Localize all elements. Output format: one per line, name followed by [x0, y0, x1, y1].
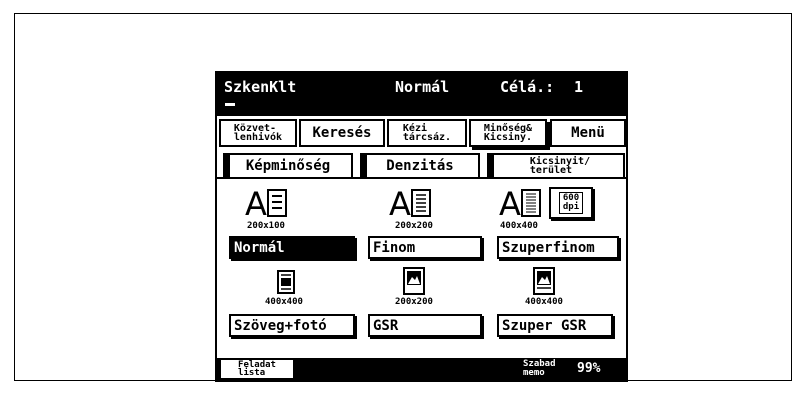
600-dpi-button[interactable]: 600 dpi: [549, 187, 593, 219]
text-photo-option[interactable]: Szöveg+fotó: [229, 314, 355, 337]
destination-label: Célá.:: [500, 78, 555, 96]
direct-dial-button[interactable]: Közvet-lenhivók: [219, 119, 297, 147]
normal-quality-icon: A: [245, 185, 287, 221]
control-panel-screen: SzkenKlt Normál Célá.: 1 Közvet-lenhivók…: [215, 71, 628, 382]
normal-option[interactable]: Normál: [229, 236, 355, 259]
text-photo-icon: [277, 270, 295, 294]
status-footer: Feladat lista Szabad memo 99%: [217, 358, 626, 380]
svg-text:A: A: [389, 185, 411, 221]
resolution-label: 400x400: [500, 221, 538, 231]
gsr-photo-icon: [403, 267, 425, 295]
tab-reduce-area[interactable]: Kicsinyit/terület: [487, 153, 625, 177]
quality-status: Normál: [395, 78, 450, 96]
tab-density[interactable]: Denzitás: [360, 153, 480, 177]
job-list-button[interactable]: Feladat lista: [221, 360, 293, 378]
fine-quality-icon: A: [389, 185, 431, 221]
destination-count: 1: [574, 78, 584, 96]
free-memory-label: Szabad memo: [523, 359, 556, 378]
figure-frame: SzkenKlt Normál Célá.: 1 Közvet-lenhivók…: [14, 13, 792, 382]
menu-button[interactable]: Menü: [550, 119, 626, 147]
svg-text:A: A: [499, 185, 521, 221]
manual-dial-button[interactable]: Kézi tárcsáz.: [387, 119, 467, 147]
resolution-label: 200x200: [395, 297, 433, 307]
mode-label: SzkenKlt: [224, 78, 297, 96]
super-fine-option[interactable]: Szuperfinom: [497, 236, 619, 259]
text-cursor: [225, 103, 235, 106]
fine-option[interactable]: Finom: [368, 236, 482, 259]
super-gsr-option[interactable]: Szuper GSR: [497, 314, 613, 337]
tab-image-quality[interactable]: Képminőség: [223, 153, 353, 177]
status-bar: SzkenKlt Normál Célá.: 1: [217, 73, 626, 116]
super-gsr-photo-icon: [533, 267, 555, 295]
search-button[interactable]: Keresés: [299, 119, 385, 147]
quality-reduce-tab-button[interactable]: Minőség& Kicsiny.: [469, 119, 547, 147]
resolution-label: 400x400: [265, 297, 303, 307]
svg-text:A: A: [245, 185, 267, 221]
resolution-label: 200x200: [395, 221, 433, 231]
gsr-option[interactable]: GSR: [368, 314, 482, 337]
super-fine-quality-icon: A: [499, 185, 541, 221]
tab-divider: [217, 177, 626, 179]
resolution-label: 200x100: [247, 221, 285, 231]
resolution-label: 400x400: [525, 297, 563, 307]
free-memory-value: 99%: [577, 361, 601, 376]
